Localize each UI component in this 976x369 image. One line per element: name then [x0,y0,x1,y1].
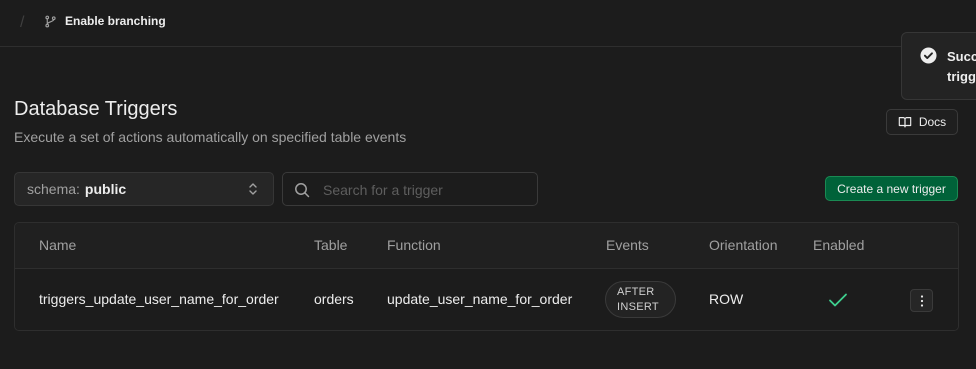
event-type: INSERT [617,300,659,313]
page-subtitle: Execute a set of actions automatically o… [14,129,407,145]
chevrons-up-down-icon [249,183,257,195]
create-trigger-button[interactable]: Create a new trigger [825,176,958,201]
search-trigger-input[interactable] [321,173,535,207]
column-header-name: Name [39,237,77,253]
trigger-table: orders [314,291,354,307]
table-row[interactable]: triggers_update_user_name_for_order orde… [15,269,958,330]
table-header: Name Table Function Events Orientation E… [15,223,958,269]
check-circle-icon [920,47,937,64]
event-timing: AFTER [617,285,655,298]
check-icon [829,293,847,307]
row-actions-button[interactable] [910,289,933,312]
schema-label: schema: [27,181,80,197]
page-title: Database Triggers [14,98,178,120]
docs-button[interactable]: Docs [886,109,958,135]
enable-branching-button[interactable]: Enable branching [44,14,166,28]
schema-select[interactable]: schema: public [14,172,274,206]
trigger-name: triggers_update_user_name_for_order [39,291,279,307]
success-toast: Succ trigg [901,32,976,100]
schema-value: public [84,181,127,197]
column-header-table: Table [314,237,348,253]
column-header-enabled: Enabled [813,237,865,253]
search-trigger-box[interactable] [282,172,538,207]
toast-line-1: Succ [947,49,976,64]
git-branch-icon [45,15,56,27]
events-badge: AFTER INSERT [605,281,676,318]
trigger-orientation: ROW [709,291,744,307]
book-open-icon [898,117,912,128]
top-bar: / Enable branching [0,0,976,47]
column-header-events: Events [606,237,649,253]
column-header-function: Function [387,237,441,253]
more-vertical-icon [920,294,923,307]
toast-message: Succ trigg [947,47,976,87]
triggers-table: Name Table Function Events Orientation E… [14,222,959,331]
column-header-orientation: Orientation [709,237,778,253]
trigger-function: update_user_name_for_order [387,291,573,307]
search-icon [295,183,310,198]
docs-label: Docs [918,115,947,129]
enable-branching-label: Enable branching [65,14,166,28]
breadcrumb-separator: / [20,14,25,31]
toast-line-2: trigg [947,69,976,84]
